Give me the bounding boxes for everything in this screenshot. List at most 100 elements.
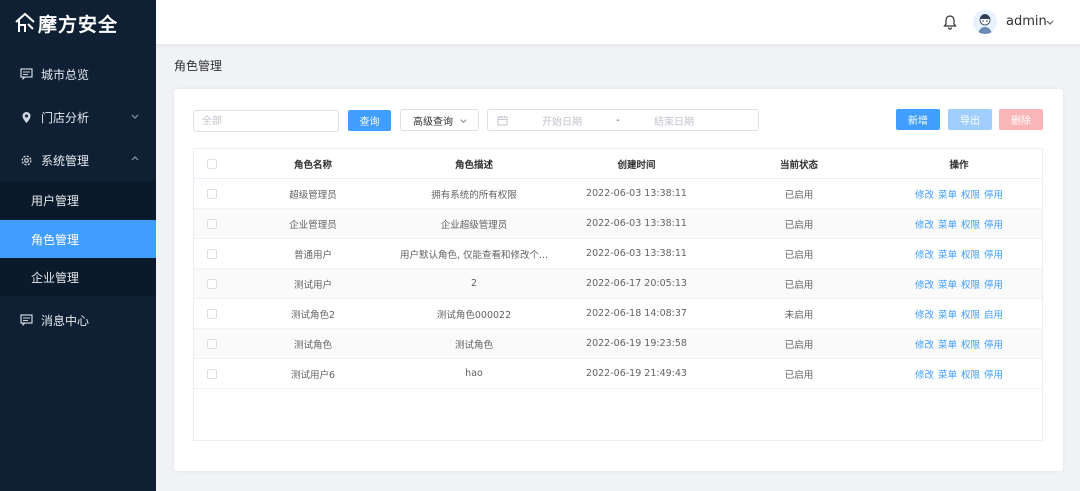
chevron-down-icon[interactable] [1045, 17, 1055, 27]
table-header: 角色名称 角色描述 创建时间 当前状态 操作 [194, 149, 1042, 179]
created-time-cell: 2022-06-03 13:38:11 [586, 188, 687, 199]
toggle-status-link[interactable]: 启用 [984, 310, 1003, 321]
chevron-down-icon [460, 118, 467, 123]
advanced-query-label: 高级查询 [413, 116, 453, 128]
menu-link[interactable]: 菜单 [938, 310, 957, 321]
status-cell: 未启用 [784, 309, 814, 321]
toggle-status-link[interactable]: 停用 [984, 250, 1003, 261]
breadcrumb: 角色管理 [174, 59, 223, 73]
status-cell: 已启用 [784, 279, 814, 291]
export-button[interactable]: 导出 [948, 109, 992, 130]
edit-link[interactable]: 修改 [915, 220, 934, 231]
toggle-status-link[interactable]: 停用 [984, 190, 1003, 201]
sidebar-item-city-overview[interactable]: 城市总览 [0, 55, 156, 93]
row-checkbox[interactable] [207, 188, 217, 199]
edit-link[interactable]: 修改 [915, 370, 934, 381]
created-time-cell: 2022-06-03 13:38:11 [586, 248, 687, 259]
permission-link[interactable]: 权限 [961, 310, 980, 321]
advanced-query-select[interactable]: 高级查询 [400, 109, 479, 131]
row-checkbox[interactable] [207, 338, 217, 349]
query-button[interactable]: 查询 [348, 110, 391, 131]
column-header: 角色描述 [454, 159, 493, 171]
delete-button[interactable]: 删除 [999, 109, 1043, 130]
edit-link[interactable]: 修改 [915, 250, 934, 261]
sidebar-subitem-enterprise-management[interactable]: 企业管理 [0, 258, 156, 296]
created-time-cell: 2022-06-19 21:49:43 [586, 368, 687, 379]
sidebar-subitem-user-management[interactable]: 用户管理 [0, 181, 156, 219]
location-pin-icon [19, 110, 33, 124]
menu-link[interactable]: 菜单 [938, 220, 957, 231]
edit-link[interactable]: 修改 [915, 190, 934, 201]
gear-icon [19, 153, 33, 167]
status-cell: 已启用 [784, 249, 814, 261]
table-row: 测试用户6 hao 2022-06-19 21:49:43 已启用 修改 菜单 权限 停用 [194, 359, 1042, 389]
chevron-up-icon [131, 156, 139, 161]
table-row: 测试角色2 测试角色000022 2022-06-18 14:08:37 未启用 修改菜… [194, 299, 1042, 329]
row-actions: 修改 菜单 权限 停用 [884, 337, 1034, 351]
roles-table: 角色名称 角色描述 创建时间 当前状态 操作 超级管理员 拥有系统的所有权限 202… [193, 148, 1043, 441]
row-actions: 修改 菜单 权限 启用 [884, 307, 1034, 321]
row-checkbox[interactable] [207, 218, 217, 229]
role-name-cell: 测试用户 [293, 279, 332, 291]
content-card: 查询 高级查询 开始日期 - 结束日期 新增 导出 删除 角色名称 角色描述 创… [174, 89, 1063, 471]
toggle-status-link[interactable]: 停用 [984, 340, 1003, 351]
menu-link[interactable]: 菜单 [938, 250, 957, 261]
row-checkbox[interactable] [207, 308, 217, 319]
column-header: 角色名称 [293, 159, 332, 171]
edit-link[interactable]: 修改 [915, 280, 934, 291]
created-time-cell: 2022-06-19 19:23:58 [586, 338, 687, 349]
edit-link[interactable]: 修改 [915, 310, 934, 321]
brand-name: 摩方安全 [38, 13, 119, 36]
edit-link[interactable]: 修改 [915, 340, 934, 351]
sidebar-item-label: 消息中心 [41, 313, 90, 328]
bell-icon[interactable] [943, 14, 957, 30]
role-desc-cell: 测试角色000022 [436, 309, 512, 321]
permission-link[interactable]: 权限 [961, 220, 980, 231]
row-actions: 修改 菜单 权限 停用 [884, 367, 1034, 381]
toggle-status-link[interactable]: 停用 [984, 370, 1003, 381]
row-checkbox[interactable] [207, 278, 217, 289]
sidebar-item-label: 门店分析 [41, 110, 90, 125]
date-range-picker[interactable]: 开始日期 - 结束日期 [487, 109, 759, 131]
column-header: 当前状态 [779, 159, 818, 171]
permission-link[interactable]: 权限 [961, 280, 980, 291]
column-header: 创建时间 [617, 159, 656, 171]
avatar[interactable] [973, 10, 997, 34]
chevron-down-icon [131, 114, 139, 119]
add-button[interactable]: 新增 [896, 109, 940, 130]
search-input[interactable] [193, 110, 339, 132]
top-header: admin [156, 0, 1080, 44]
permission-link[interactable]: 权限 [961, 250, 980, 261]
role-name-cell: 测试角色 [293, 339, 332, 351]
toggle-status-link[interactable]: 停用 [984, 220, 1003, 231]
permission-link[interactable]: 权限 [961, 370, 980, 381]
sidebar-item-message-center[interactable]: 消息中心 [0, 301, 156, 339]
role-name-cell: 测试用户6 [290, 369, 336, 381]
menu-link[interactable]: 菜单 [938, 280, 957, 291]
username[interactable]: admin [1006, 14, 1047, 29]
row-actions: 修改 菜单 权限 停用 [884, 247, 1034, 261]
select-all-checkbox[interactable] [207, 158, 217, 169]
row-checkbox[interactable] [207, 368, 217, 379]
user-avatar-icon [973, 10, 997, 34]
role-name-cell: 企业管理员 [289, 219, 337, 231]
sidebar: 摩方安全 城市总览 门店分析 系统管理 用户管理 角色管理 企业管理 消息中心 [0, 0, 156, 491]
sidebar-subitem-role-management[interactable]: 角色管理 [0, 220, 156, 258]
row-actions: 修改 菜单 权限 停用 [884, 187, 1034, 201]
permission-link[interactable]: 权限 [961, 340, 980, 351]
row-actions: 修改 菜单 权限 停用 [884, 217, 1034, 231]
menu-link[interactable]: 菜单 [938, 370, 957, 381]
date-start-field[interactable]: 开始日期 [542, 113, 582, 128]
date-end-field[interactable]: 结束日期 [654, 113, 694, 128]
row-checkbox[interactable] [207, 248, 217, 259]
created-time-cell: 2022-06-03 13:38:11 [586, 218, 687, 229]
role-desc-cell: 企业超级管理员 [440, 219, 508, 231]
sidebar-item-system-management[interactable]: 系统管理 [0, 141, 156, 179]
status-cell: 已启用 [784, 339, 814, 351]
permission-link[interactable]: 权限 [961, 190, 980, 201]
menu-link[interactable]: 菜单 [938, 340, 957, 351]
toggle-status-link[interactable]: 停用 [984, 280, 1003, 291]
sidebar-item-label: 城市总览 [41, 67, 90, 82]
sidebar-item-store-analysis[interactable]: 门店分析 [0, 98, 156, 136]
menu-link[interactable]: 菜单 [938, 190, 957, 201]
